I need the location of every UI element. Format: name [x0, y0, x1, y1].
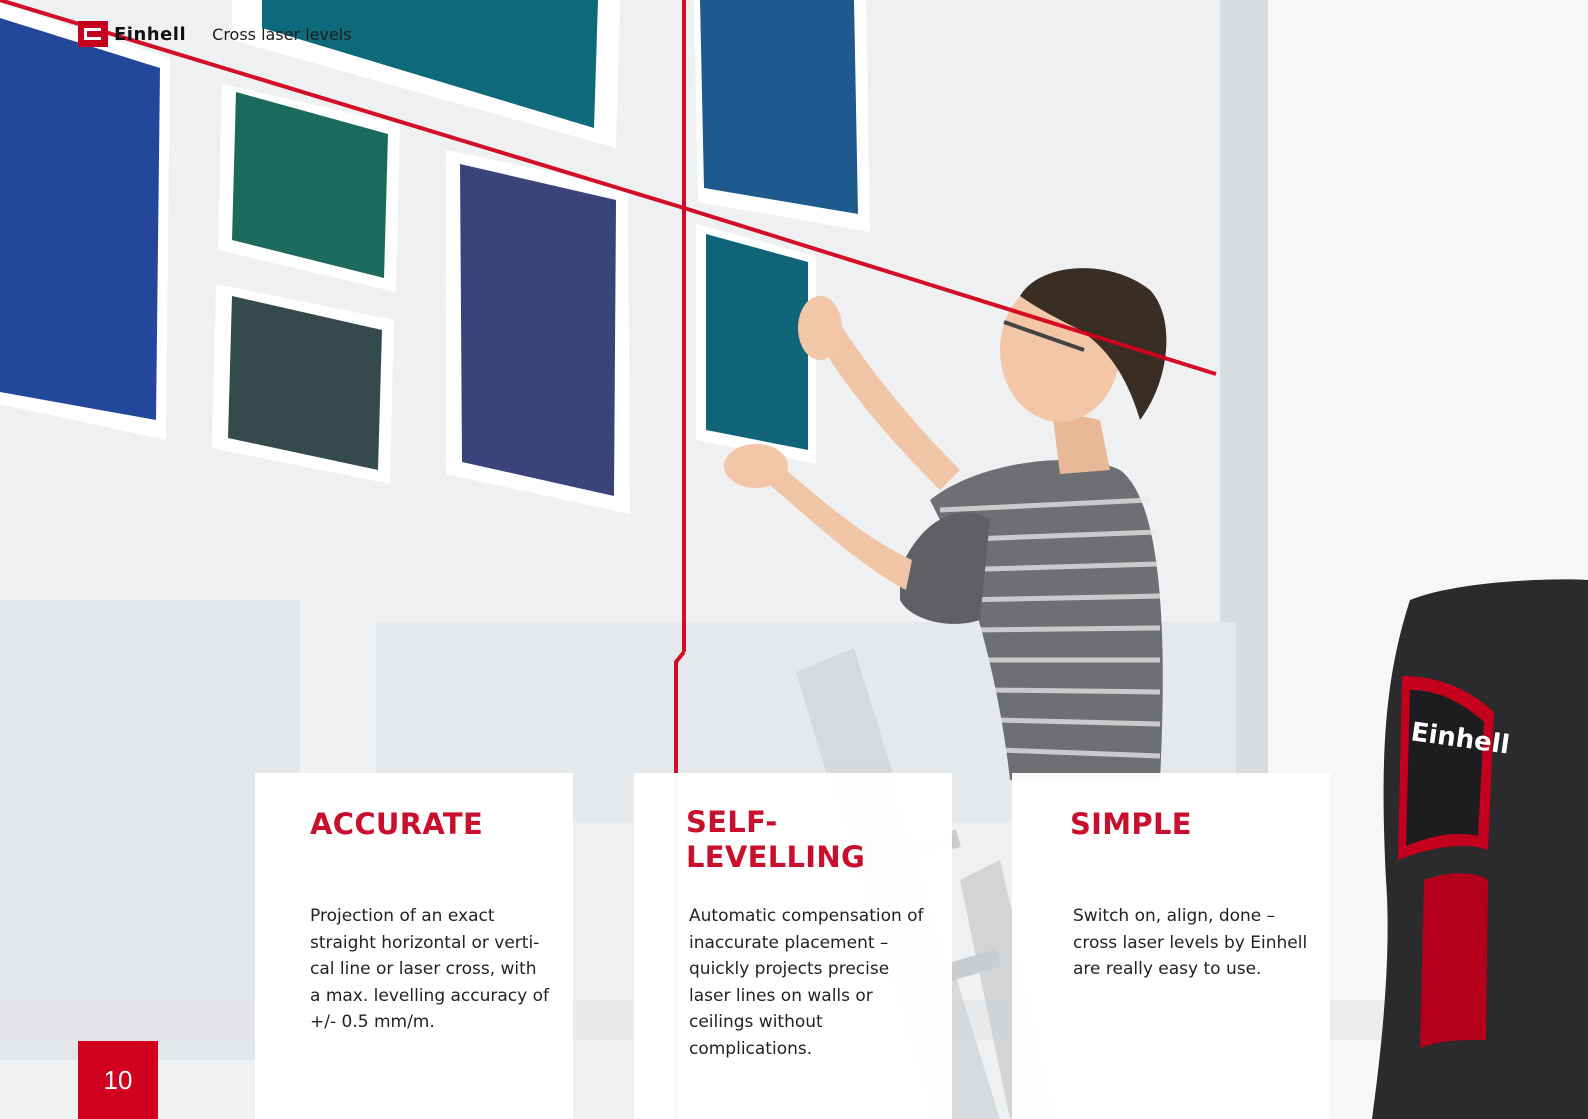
feature-card-simple: SIMPLE Switch on, align, done – cross la…	[1012, 773, 1330, 1119]
feature-card-self-levelling: SELF- LEVELLING Automatic compensation o…	[634, 773, 952, 1119]
frame-1	[0, 3, 170, 440]
frame-7	[696, 224, 816, 464]
feature-text: Automatic compensation of inaccurate pla…	[689, 906, 924, 1059]
feature-card-accurate: ACCURATE Projection of an exact straight…	[255, 773, 573, 1119]
feature-heading-line: LEVELLING	[686, 840, 866, 874]
laser-level-device: Einhell	[1372, 579, 1588, 1119]
section-title: Cross laser levels	[212, 24, 352, 44]
feature-text: Switch on, align, done – cross laser lev…	[1073, 906, 1308, 979]
brochure-page: Einhell Einhell Cross laser levels ACCUR…	[0, 0, 1588, 1119]
einhell-logo: Einhell	[78, 21, 186, 47]
feature-text: Projection of an exact straight horizont…	[310, 906, 549, 1032]
brand-name: Einhell	[114, 23, 187, 45]
frame-6	[694, 0, 870, 232]
feature-heading: SELF- LEVELLING	[686, 805, 936, 875]
frame-5	[446, 150, 630, 514]
feature-heading: ACCURATE	[310, 807, 484, 841]
feature-heading: SIMPLE	[1070, 807, 1192, 841]
page-header: Einhell Cross laser levels	[78, 20, 352, 48]
logo-icon	[78, 21, 108, 47]
page-number: 10	[78, 1041, 158, 1119]
feature-heading-line: SELF-	[686, 805, 778, 839]
